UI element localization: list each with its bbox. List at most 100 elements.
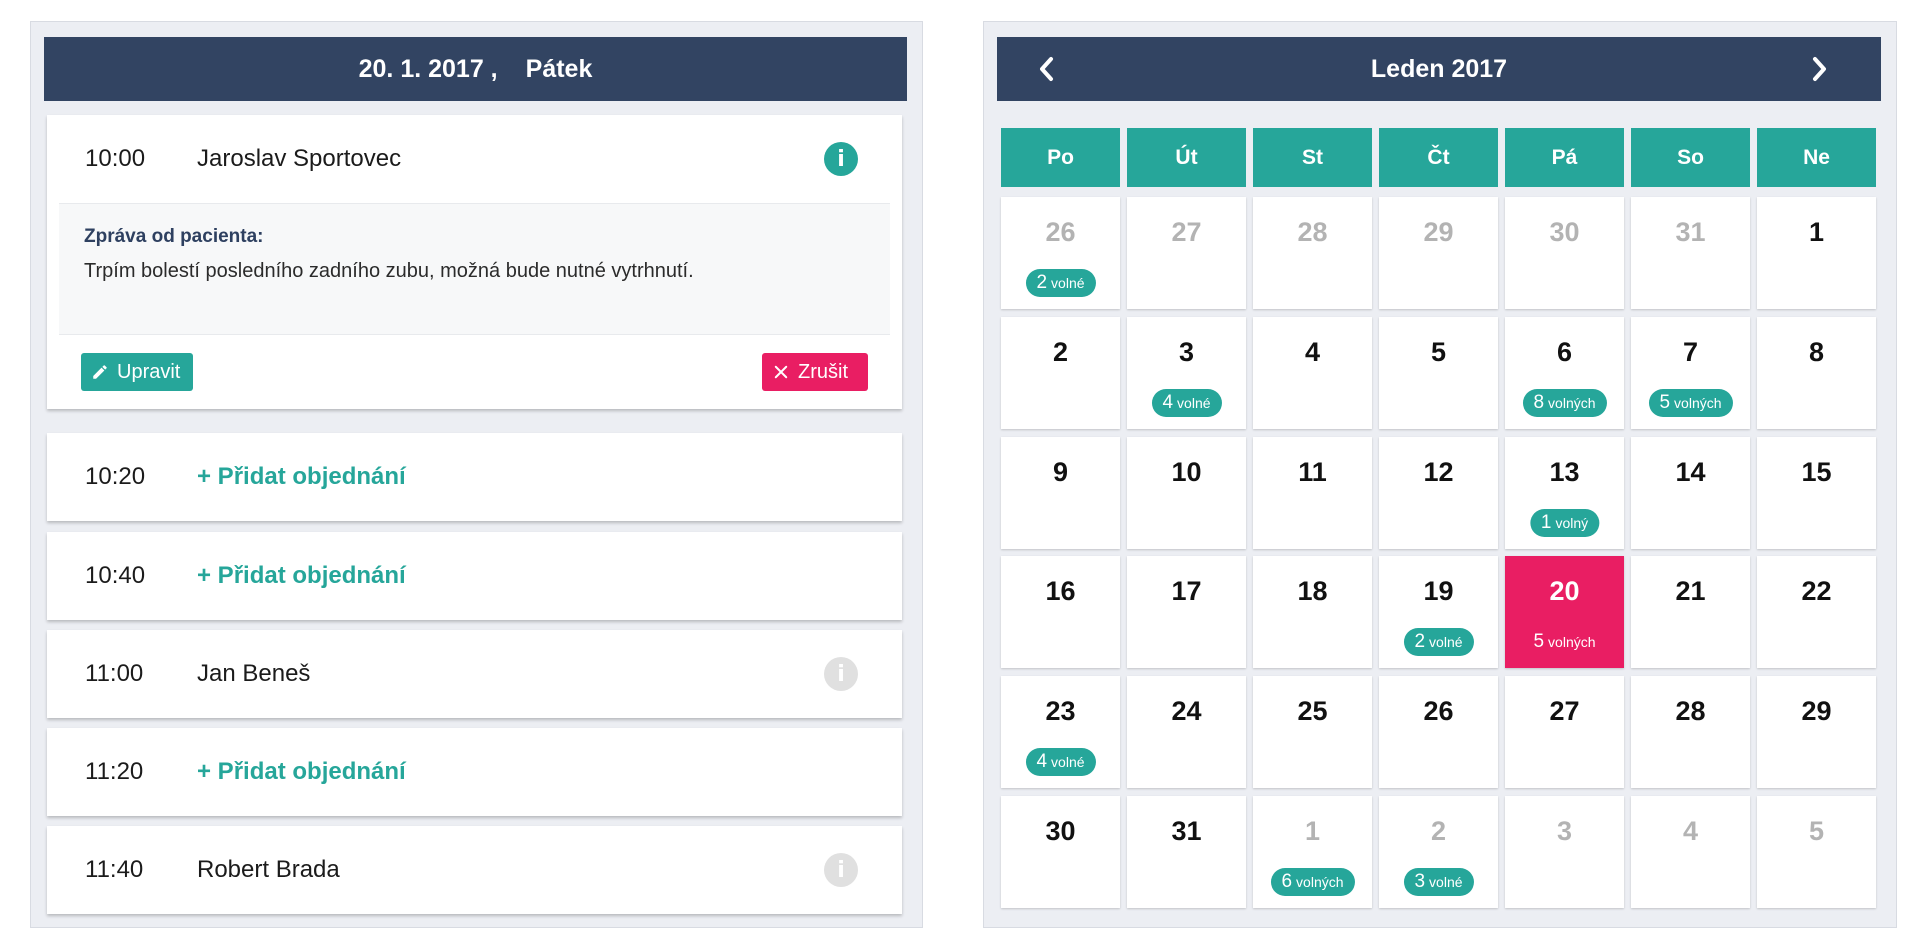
free-slots-label: volné (1051, 275, 1085, 291)
appointment-row[interactable]: 10:00 Jaroslav Sportovec i (47, 115, 902, 203)
calendar-day[interactable]: 4 (1253, 317, 1372, 429)
calendar-day[interactable]: 30 (1505, 197, 1624, 309)
empty-slot-row: 10:20 + Přidat objednání (47, 433, 902, 521)
free-slots-label: volných (1548, 634, 1596, 650)
weekday-header: So (1631, 128, 1750, 187)
next-month-button[interactable] (1803, 53, 1835, 85)
cancel-button[interactable]: Zrušit (762, 353, 868, 391)
calendar-day[interactable]: 26 2 volné (1001, 197, 1120, 309)
calendar-day[interactable]: 9 (1001, 437, 1120, 549)
patient-name: Jaroslav Sportovec (197, 145, 402, 172)
free-slots-count: 5 (1533, 631, 1545, 652)
calendar-day[interactable]: 27 (1127, 197, 1246, 309)
calendar-day[interactable]: 3 (1505, 796, 1624, 908)
calendar-day[interactable]: 28 (1253, 197, 1372, 309)
calendar-day[interactable]: 14 (1631, 437, 1750, 549)
calendar-day[interactable]: 3 4 volné (1127, 317, 1246, 429)
day-number: 26 (1045, 217, 1076, 247)
calendar-day[interactable]: 1 6 volných (1253, 796, 1372, 908)
cancel-button-label: Zrušit (798, 360, 848, 383)
info-icon[interactable]: i (824, 853, 858, 887)
free-slots-badge: 3 volné (1403, 868, 1474, 896)
day-number: 28 (1675, 696, 1706, 726)
day-number: 29 (1423, 217, 1454, 247)
patient-message: Zpráva od pacienta: Trpím bolestí posled… (59, 203, 890, 335)
calendar-day[interactable]: 25 (1253, 676, 1372, 788)
calendar-day[interactable]: 7 5 volných (1631, 317, 1750, 429)
day-number: 19 (1423, 576, 1454, 606)
day-number: 27 (1171, 217, 1202, 247)
calendar-day[interactable]: 21 (1631, 556, 1750, 668)
day-number: 13 (1549, 457, 1580, 487)
calendar-day[interactable]: 12 (1379, 437, 1498, 549)
add-appointment-link[interactable]: + Přidat objednání (197, 758, 406, 786)
calendar-day[interactable]: 4 (1631, 796, 1750, 908)
info-icon[interactable]: i (824, 657, 858, 691)
calendar-day[interactable]: 30 (1001, 796, 1120, 908)
calendar-day[interactable]: 18 (1253, 556, 1372, 668)
calendar-day[interactable]: 31 (1127, 796, 1246, 908)
calendar-day[interactable]: 1 (1757, 197, 1876, 309)
slot-time: 10:40 (85, 562, 146, 589)
calendar-day[interactable]: 17 (1127, 556, 1246, 668)
weekday-header: Ne (1757, 128, 1876, 187)
calendar-day[interactable]: 24 (1127, 676, 1246, 788)
calendar-day[interactable]: 13 1 volný (1505, 437, 1624, 549)
day-number: 30 (1045, 816, 1076, 846)
day-number: 2 (1430, 816, 1447, 846)
add-appointment-link[interactable]: + Přidat objednání (197, 463, 406, 491)
info-icon[interactable]: i (824, 142, 858, 176)
add-appointment-link[interactable]: + Přidat objednání (197, 562, 406, 590)
free-slots-count: 3 (1414, 871, 1426, 892)
calendar-day[interactable]: 16 (1001, 556, 1120, 668)
calendar-day[interactable]: 10 (1127, 437, 1246, 549)
appointment-card-expanded: 10:00 Jaroslav Sportovec i Zpráva od pac… (47, 115, 902, 409)
day-number: 26 (1423, 696, 1454, 726)
free-slots-label: volné (1429, 874, 1463, 890)
calendar-day[interactable]: 2 3 volné (1379, 796, 1498, 908)
calendar-day-selected[interactable]: 20 5 volných (1505, 556, 1624, 668)
calendar-day[interactable]: 5 (1757, 796, 1876, 908)
calendar-day[interactable]: 31 (1631, 197, 1750, 309)
calendar-day[interactable]: 5 (1379, 317, 1498, 429)
weekday-header: Po (1001, 128, 1120, 187)
calendar-day[interactable]: 8 (1757, 317, 1876, 429)
calendar-day[interactable]: 15 (1757, 437, 1876, 549)
appointment-row[interactable]: 11:40 Robert Brada i (47, 826, 902, 914)
day-number: 17 (1171, 576, 1202, 606)
free-slots-label: volné (1051, 754, 1085, 770)
day-number: 2 (1052, 337, 1069, 367)
day-number: 8 (1808, 337, 1825, 367)
calendar-day[interactable]: 29 (1379, 197, 1498, 309)
calendar-day[interactable]: 22 (1757, 556, 1876, 668)
prev-month-button[interactable] (1031, 53, 1063, 85)
free-slots-label: volných (1296, 874, 1344, 890)
calendar-day[interactable]: 27 (1505, 676, 1624, 788)
slot-time: 10:20 (85, 463, 146, 490)
patient-message-text: Trpím bolestí posledního zadního zubu, m… (84, 260, 694, 282)
calendar-day[interactable]: 26 (1379, 676, 1498, 788)
close-icon (774, 365, 788, 379)
day-number: 31 (1675, 217, 1706, 247)
calendar-day[interactable]: 29 (1757, 676, 1876, 788)
day-number: 6 (1556, 337, 1573, 367)
calendar-panel: Leden 2017 Po Út St Čt Pá So Ne 26 2 volné 27 28 29 3… (983, 21, 1897, 928)
edit-button[interactable]: Upravit (81, 353, 193, 391)
free-slots-badge: 8 volných (1522, 389, 1607, 417)
empty-slot-row: 10:40 + Přidat objednání (47, 532, 902, 620)
calendar-day[interactable]: 6 8 volných (1505, 317, 1624, 429)
free-slots-label: volné (1177, 395, 1211, 411)
free-slots-label: volný (1555, 515, 1589, 531)
calendar-day[interactable]: 11 (1253, 437, 1372, 549)
free-slots-badge: 4 volné (1151, 389, 1222, 417)
calendar-day[interactable]: 19 2 volné (1379, 556, 1498, 668)
slot-time: 11:00 (85, 660, 144, 687)
calendar-day[interactable]: 23 4 volné (1001, 676, 1120, 788)
appointment-row[interactable]: 11:00 Jan Beneš i (47, 630, 902, 718)
edit-button-label: Upravit (117, 360, 181, 383)
day-number: 28 (1297, 217, 1328, 247)
calendar-day[interactable]: 2 (1001, 317, 1120, 429)
calendar-day[interactable]: 28 (1631, 676, 1750, 788)
free-slots-label: volných (1674, 395, 1722, 411)
empty-slot-card: 10:20 + Přidat objednání (47, 433, 902, 521)
